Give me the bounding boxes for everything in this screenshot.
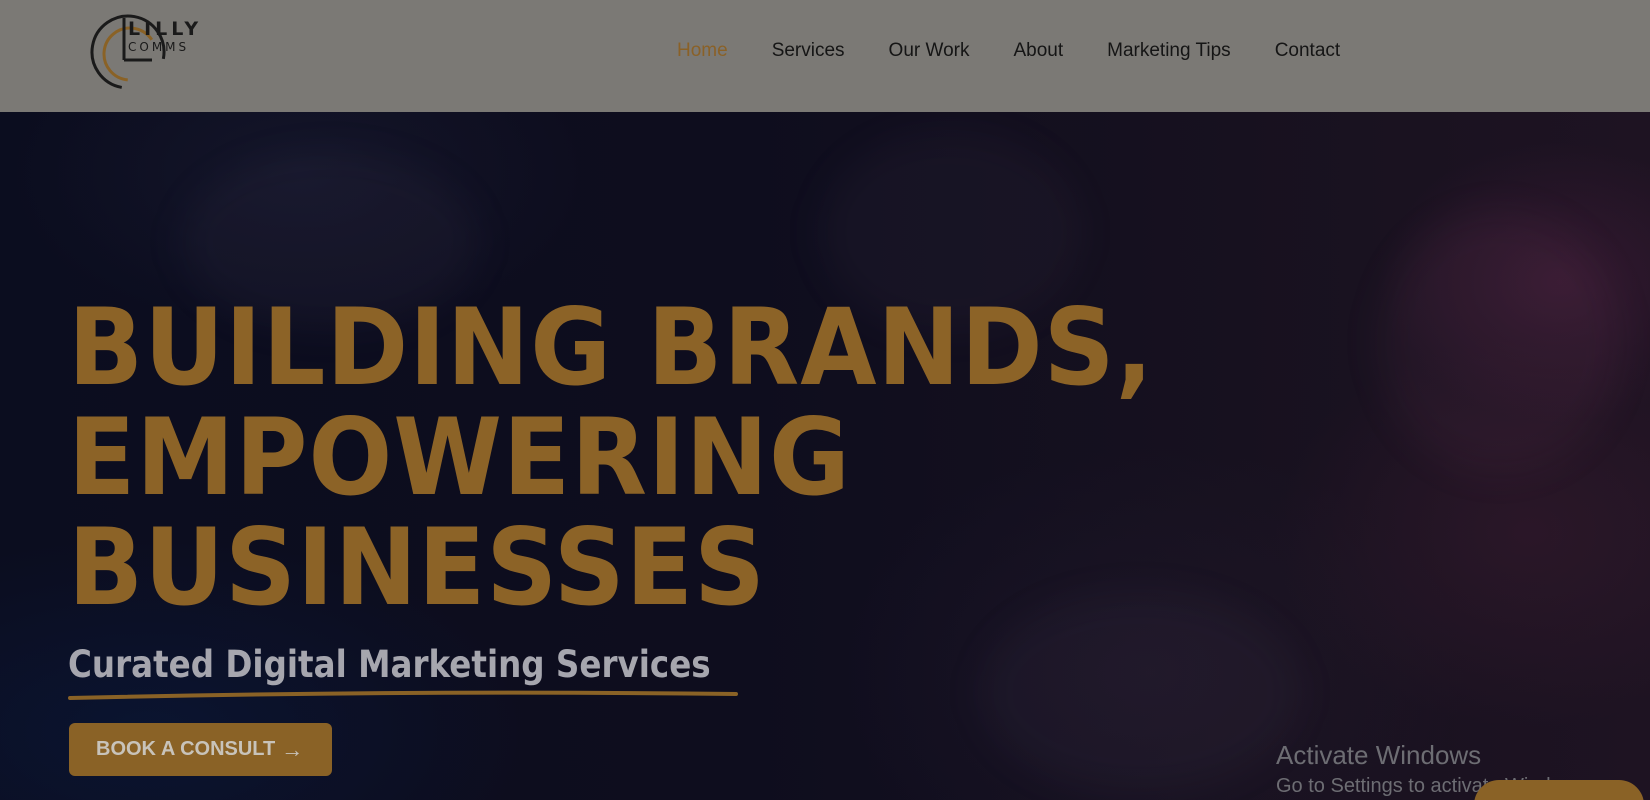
site-logo[interactable]: LILLY COMMS — [90, 12, 210, 94]
page: LILLY COMMS Home Services Our Work About… — [0, 0, 1650, 800]
site-header: LILLY COMMS Home Services Our Work About… — [0, 0, 1650, 112]
activate-windows-title: Activate Windows — [1276, 740, 1482, 770]
logo-text-lilly: LILLY — [128, 18, 203, 40]
hero-subheading: Curated Digital Marketing Services — [68, 643, 711, 686]
nav-item-home[interactable]: Home — [677, 38, 728, 64]
subheading-underline — [68, 690, 738, 700]
floating-chat-button[interactable] — [1474, 780, 1644, 800]
book-consult-button[interactable]: BOOK A CONSULT → — [69, 723, 332, 776]
nav-item-our-work[interactable]: Our Work — [889, 38, 970, 64]
nav-item-contact[interactable]: Contact — [1275, 38, 1340, 64]
hero-headline-line-1: BUILDING BRANDS, — [68, 286, 1154, 409]
nav-item-services[interactable]: Services — [772, 38, 845, 64]
logo-text-comms: COMMS — [128, 40, 190, 54]
smoke-decoration — [980, 592, 1300, 792]
nav-item-marketing-tips[interactable]: Marketing Tips — [1107, 38, 1231, 64]
smoke-decoration — [1380, 212, 1620, 472]
nav-item-about[interactable]: About — [1013, 38, 1063, 64]
hero-headline-line-2: EMPOWERING — [68, 396, 851, 519]
arrow-right-icon: → — [281, 736, 304, 762]
hero-headline-line-3: BUSINESSES — [68, 506, 766, 629]
book-consult-label: BOOK A CONSULT — [96, 738, 276, 760]
main-nav: Home Services Our Work About Marketing T… — [677, 38, 1384, 64]
